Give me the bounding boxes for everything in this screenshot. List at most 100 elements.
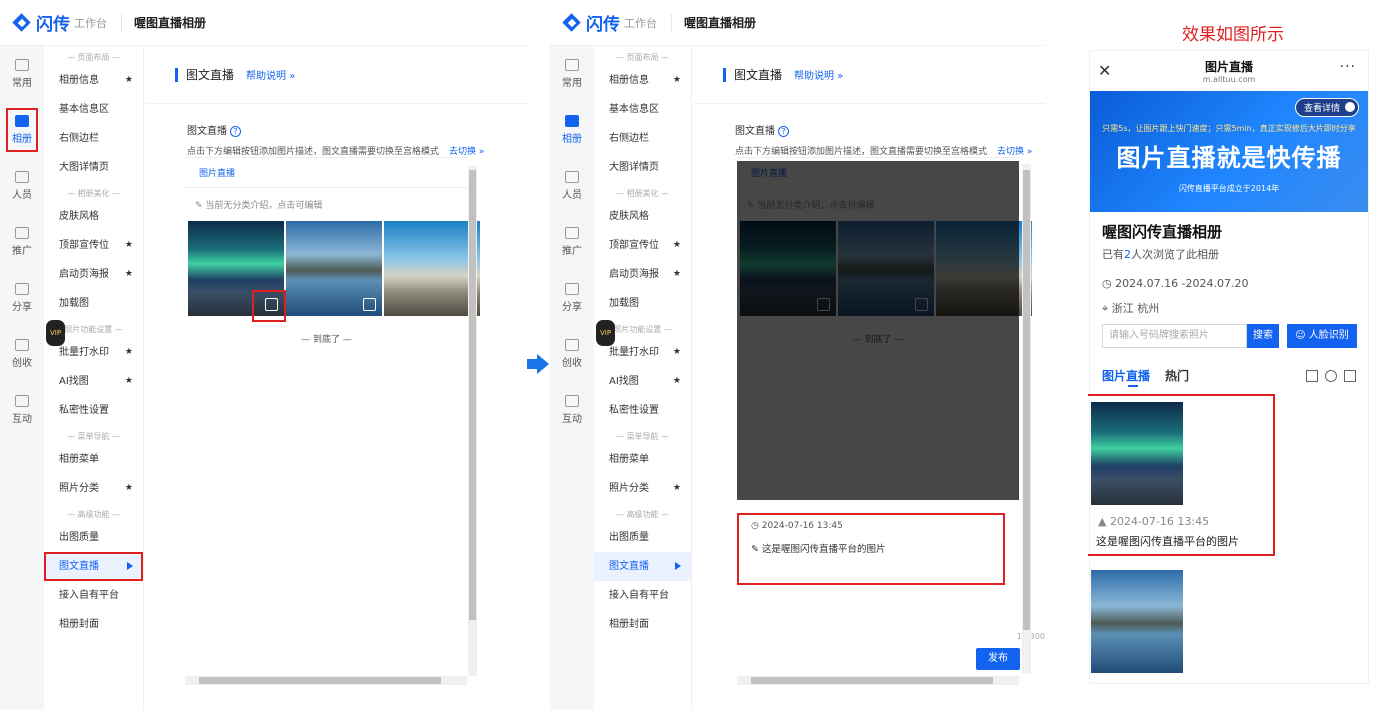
nav-item-interact[interactable]: 互动 xyxy=(550,382,594,438)
publish-button[interactable]: 发布 xyxy=(976,648,1020,670)
category-note[interactable]: ✎ 当前无分类介绍，点击可编辑 xyxy=(185,188,468,221)
face-button-label: 人脸识别 xyxy=(1308,330,1349,341)
nav-item-album[interactable]: 相册 xyxy=(550,102,594,158)
nav-item-album[interactable]: 相册 xyxy=(0,102,44,158)
item-label: 相册信息 xyxy=(59,75,99,86)
nav-item-share[interactable]: 分享 xyxy=(0,270,44,326)
sidebar-item-privacy[interactable]: 私密性设置 xyxy=(594,396,691,425)
item-label: 皮肤风格 xyxy=(59,211,99,222)
view-details-button[interactable]: 查看详情 xyxy=(1294,98,1359,117)
photo-lake[interactable] xyxy=(286,221,382,316)
mobile-header: ✕ 图片直播 m.alltuu.com ··· xyxy=(1090,51,1368,91)
sidebar-item-detail-page[interactable]: 大图详情页 xyxy=(594,153,691,182)
star-icon: ★ xyxy=(124,269,133,279)
bib-search-input[interactable]: 请输入号码牌搜索照片 xyxy=(1102,324,1247,348)
sidebar-item-loading-image[interactable]: 加载图 xyxy=(44,289,143,318)
switch-link[interactable]: 去切换 » xyxy=(997,147,1032,157)
sidebar-item-album-info[interactable]: 相册信息 ★ xyxy=(594,66,691,95)
photo-aurora[interactable] xyxy=(1091,402,1183,505)
vertical-scrollbar[interactable] xyxy=(1022,164,1031,674)
edit-icon[interactable] xyxy=(363,298,376,311)
help-icon[interactable]: ? xyxy=(778,126,789,137)
nav-item-share[interactable]: 分享 xyxy=(550,270,594,326)
sidebar-item-top-banner[interactable]: 顶部宣传位 ★ xyxy=(44,231,143,260)
sidebar-item-album-cover[interactable]: 相册封面 xyxy=(44,610,143,639)
sidebar-item-right-sidebar[interactable]: 右侧边栏 xyxy=(594,124,691,153)
editor-panel-after: 闪传 工作台 喔图直播相册 常用 相册 人员 推广 分享 创收 互动 — 页面布… xyxy=(550,0,1045,710)
scroll-thumb[interactable] xyxy=(751,677,993,684)
sidebar-item-album-menu[interactable]: 相册菜单 xyxy=(594,445,691,474)
tab-photo-live[interactable]: 图片直播 xyxy=(185,158,468,188)
help-icon[interactable]: ? xyxy=(230,126,241,137)
vertical-scrollbar[interactable] xyxy=(468,166,477,676)
nav-group-label: — 菜单导航 — xyxy=(615,432,670,441)
accent-bar xyxy=(175,67,178,82)
nav-item-promote[interactable]: 推广 xyxy=(550,214,594,270)
nav-item-revenue[interactable]: 创收 xyxy=(0,326,44,382)
search-button[interactable]: 搜索 xyxy=(1247,324,1279,348)
switch-link[interactable]: 去切换 » xyxy=(449,147,484,157)
sidebar-item-output-quality[interactable]: 出图质量 xyxy=(44,523,143,552)
scroll-thumb[interactable] xyxy=(1023,170,1030,630)
nav-item-interact[interactable]: 互动 xyxy=(0,382,44,438)
sidebar-item-album-info[interactable]: 相册信息 ★ xyxy=(44,66,143,95)
sidebar-item-album-cover[interactable]: 相册封面 xyxy=(594,610,691,639)
sidebar-item-output-quality[interactable]: 出图质量 xyxy=(594,523,691,552)
divider xyxy=(121,13,122,32)
scroll-thumb[interactable] xyxy=(199,677,441,684)
sidebar-item-loading-image[interactable]: 加载图 xyxy=(594,289,691,318)
sidebar-item-skin[interactable]: 皮肤风格 xyxy=(44,202,143,231)
section-header: 图文直播 帮助说明 » xyxy=(145,46,528,104)
photo-lake[interactable] xyxy=(1091,570,1183,673)
nav-item-common[interactable]: 常用 xyxy=(550,46,594,102)
item-label: 批量打水印 xyxy=(609,347,659,358)
sidebar-item-ai-search[interactable]: AI找图 ★ xyxy=(44,367,143,396)
sidebar-item-top-banner[interactable]: 顶部宣传位 ★ xyxy=(594,231,691,260)
promote-icon xyxy=(15,227,29,239)
sidebar-item-album-menu[interactable]: 相册菜单 xyxy=(44,445,143,474)
sidebar-item-skin[interactable]: 皮肤风格 xyxy=(594,202,691,231)
sidebar-item-splash-poster[interactable]: 启动页海报 ★ xyxy=(594,260,691,289)
sidebar-item-photo-text-live[interactable]: 图文直播 xyxy=(44,552,143,581)
nav-label: 常用 xyxy=(562,78,582,89)
globe-icon[interactable] xyxy=(1325,369,1337,382)
more-icon[interactable]: ··· xyxy=(1340,59,1356,75)
nav-item-promote[interactable]: 推广 xyxy=(0,214,44,270)
logo[interactable]: 闪传 工作台 xyxy=(12,10,107,35)
item-label: 右侧边栏 xyxy=(609,133,649,144)
nav-item-people[interactable]: 人员 xyxy=(0,158,44,214)
sidebar-item-own-platform[interactable]: 接入自有平台 xyxy=(44,581,143,610)
tab-photo-live[interactable]: 图片直播 xyxy=(1102,367,1150,384)
help-link[interactable]: 帮助说明 » xyxy=(246,67,295,82)
sidebar-item-photo-category[interactable]: 照片分类 ★ xyxy=(594,474,691,503)
nav-item-common[interactable]: 常用 xyxy=(0,46,44,102)
sidebar-item-ai-search[interactable]: AI找图 ★ xyxy=(594,367,691,396)
sidebar-item-basic-info[interactable]: 基本信息区 xyxy=(594,95,691,124)
sidebar-item-privacy[interactable]: 私密性设置 xyxy=(44,396,143,425)
horizontal-scrollbar[interactable] xyxy=(185,676,467,685)
tab-hot[interactable]: 热门 xyxy=(1165,367,1189,384)
photo-aurora[interactable] xyxy=(188,221,286,322)
nav-item-people[interactable]: 人员 xyxy=(550,158,594,214)
sidebar-item-own-platform[interactable]: 接入自有平台 xyxy=(594,581,691,610)
face-recognition-button[interactable]: ☺ 人脸识别 xyxy=(1287,324,1357,348)
photo-caption: 这是喔图闪传直播平台的图片 xyxy=(1096,535,1239,548)
qr-code-icon[interactable] xyxy=(1306,369,1318,382)
caption-input[interactable]: ✎ 这是喔图闪传直播平台的图片 xyxy=(751,541,1003,555)
sidebar-item-detail-page[interactable]: 大图详情页 xyxy=(44,153,143,182)
help-link[interactable]: 帮助说明 » xyxy=(794,67,843,82)
sidebar-item-splash-poster[interactable]: 启动页海报 ★ xyxy=(44,260,143,289)
grid-icon[interactable] xyxy=(1344,369,1356,382)
horizontal-scrollbar[interactable] xyxy=(737,676,1019,685)
sidebar-item-photo-category[interactable]: 照片分类 ★ xyxy=(44,474,143,503)
sidebar-item-photo-text-live[interactable]: 图文直播 xyxy=(594,552,691,581)
sidebar-item-basic-info[interactable]: 基本信息区 xyxy=(44,95,143,124)
photo-beach[interactable] xyxy=(384,221,480,316)
close-icon[interactable]: ✕ xyxy=(1098,61,1111,80)
photo-time-text: 2024-07-16 13:45 xyxy=(1109,515,1210,528)
caption-editor[interactable]: ◷ 2024-07-16 13:45 ✎ 这是喔图闪传直播平台的图片 xyxy=(737,513,1005,585)
nav-item-revenue[interactable]: 创收 xyxy=(550,326,594,382)
scroll-thumb[interactable] xyxy=(469,170,476,620)
sidebar-item-right-sidebar[interactable]: 右侧边栏 xyxy=(44,124,143,153)
logo[interactable]: 闪传 工作台 xyxy=(562,10,657,35)
